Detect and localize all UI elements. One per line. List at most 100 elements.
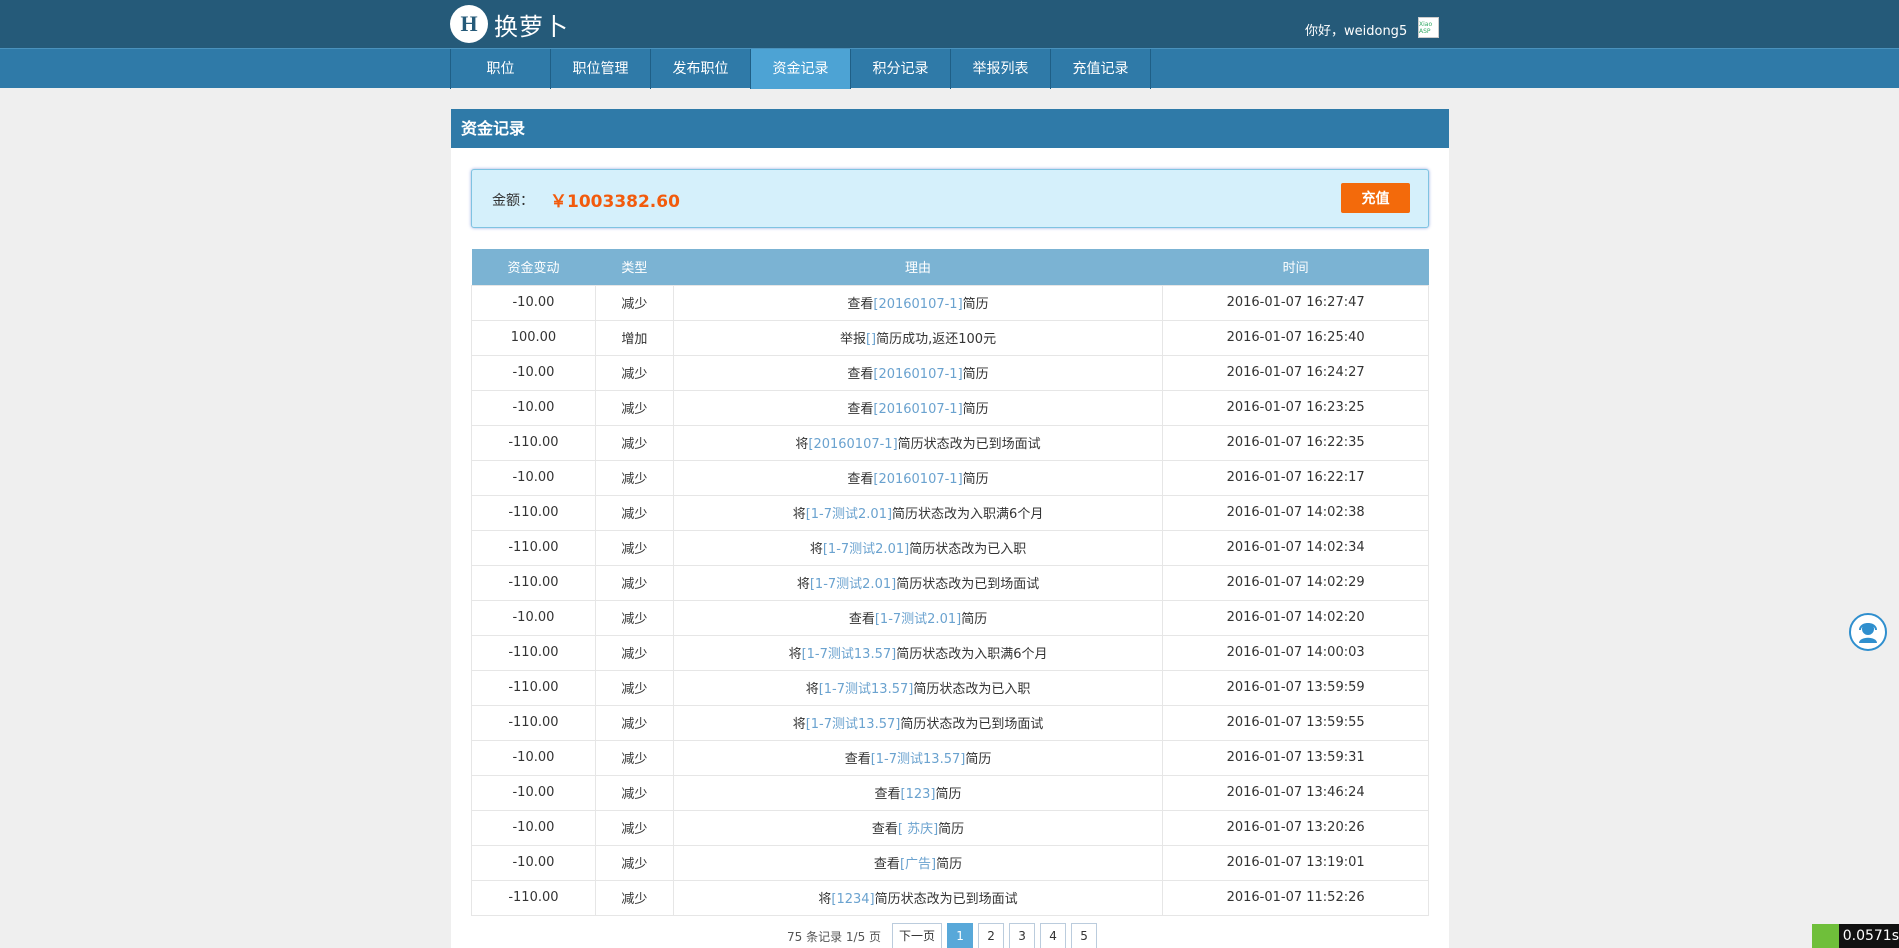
user-avatar[interactable]: Xiao ASP <box>1418 17 1439 38</box>
table-row: -110.00 减少 将[1-7测试13.57]简历状态改为已到场面试 2016-01… <box>471 704 1429 741</box>
cell-type: 减少 <box>594 494 674 531</box>
resume-link[interactable]: [广告] <box>900 857 936 872</box>
reason-suffix: 简历 <box>962 367 989 382</box>
fund-records-table: 资金变动 类型 理由 时间 -10.00 减少 查看[20160107-1]简历 20… <box>471 249 1429 916</box>
reason-suffix: 简历 <box>962 472 989 487</box>
cell-type: 减少 <box>594 774 674 811</box>
nav-item[interactable]: 职位管理 <box>551 49 651 89</box>
page-number-button[interactable]: 3 <box>1009 923 1036 948</box>
table-body: -10.00 减少 查看[20160107-1]简历 2016-01-07 16:27… <box>471 284 1429 916</box>
cell-type: 减少 <box>594 424 674 461</box>
reason-suffix: 简历 <box>962 402 989 417</box>
table-header-row: 资金变动 类型 理由 时间 <box>471 249 1429 285</box>
user-greeting[interactable]: 你好，weidong5 <box>1305 20 1407 39</box>
cell-amount: -10.00 <box>471 844 596 881</box>
timer-value: 0.0571s <box>1842 928 1899 944</box>
table-row: -10.00 减少 查看[1-7测试2.01]简历 2016-01-07 14:02:… <box>471 599 1429 636</box>
nav-item[interactable]: 资金记录 <box>751 49 851 89</box>
cell-time: 2016-01-07 14:02:38 <box>1162 494 1429 531</box>
resume-link[interactable]: [1-7测试13.57] <box>802 647 897 662</box>
reason-suffix: 简历 <box>935 787 962 802</box>
reason-suffix: 简历状态改为入职满6个月 <box>896 647 1048 662</box>
cell-amount: -110.00 <box>471 704 596 741</box>
resume-link[interactable]: [20160107-1] <box>873 472 962 487</box>
cell-reason: 查看[20160107-1]简历 <box>672 389 1164 426</box>
reason-suffix: 简历状态改为已入职 <box>909 542 1027 557</box>
cell-amount: -110.00 <box>471 634 596 671</box>
reason-suffix: 简历成功,返还100元 <box>876 332 997 347</box>
page-number-button[interactable]: 5 <box>1071 923 1098 948</box>
page-number-button[interactable]: 4 <box>1040 923 1067 948</box>
reason-suffix: 简历状态改为已到场面试 <box>874 892 1018 907</box>
reason-suffix: 简历状态改为已到场面试 <box>896 577 1040 592</box>
main-nav: 职位 职位管理 发布职位 资金记录 积分记录 举报列表 充值记录 <box>0 48 1899 89</box>
resume-link[interactable]: [20160107-1] <box>873 367 962 382</box>
cell-reason: 将[1-7测试13.57]简历状态改为已入职 <box>672 669 1164 706</box>
cell-type: 减少 <box>594 284 674 321</box>
customer-service-icon[interactable] <box>1849 613 1887 651</box>
cell-type: 减少 <box>594 389 674 426</box>
resume-link[interactable]: [1-7测试2.01] <box>823 542 909 557</box>
resume-link[interactable]: [ 苏庆] <box>898 822 938 837</box>
reason-suffix: 简历 <box>938 822 965 837</box>
cell-amount: -110.00 <box>471 529 596 566</box>
pagination: 75 条记录 1/5 页 下一页 12345 <box>787 923 1098 948</box>
cell-amount: -10.00 <box>471 459 596 496</box>
resume-link[interactable]: [1-7测试2.01] <box>875 612 961 627</box>
resume-link[interactable]: [1-7测试2.01] <box>806 507 892 522</box>
fund-records-panel: 资金记录 金额： ￥1003382.60 充值 资金变动 类型 理由 时间 -1… <box>451 109 1449 948</box>
cell-time: 2016-01-07 11:52:26 <box>1162 879 1429 916</box>
resume-link[interactable]: [20160107-1] <box>808 437 897 452</box>
cell-reason: 将[1-7测试13.57]简历状态改为已到场面试 <box>672 704 1164 741</box>
header-type: 类型 <box>595 249 674 285</box>
balance-box: 金额： ￥1003382.60 充值 <box>471 169 1429 228</box>
resume-link[interactable]: [1-7测试13.57] <box>871 752 966 767</box>
resume-link[interactable]: [123] <box>901 787 936 802</box>
page-number-button[interactable]: 2 <box>978 923 1005 948</box>
resume-link[interactable]: [1-7测试13.57] <box>806 717 901 732</box>
cell-type: 减少 <box>594 704 674 741</box>
cell-reason: 查看[123]简历 <box>672 774 1164 811</box>
table-row: -110.00 减少 将[1-7测试2.01]简历状态改为已到场面试 2016-01-… <box>471 564 1429 601</box>
reason-prefix: 将 <box>792 717 806 732</box>
resume-link[interactable]: [20160107-1] <box>873 297 962 312</box>
cell-amount: 100.00 <box>471 319 596 356</box>
cell-type: 减少 <box>594 669 674 706</box>
cell-reason: 将[1234]简历状态改为已到场面试 <box>672 879 1164 916</box>
resume-link[interactable]: [1-7测试13.57] <box>819 682 914 697</box>
table-row: -10.00 减少 查看[20160107-1]简历 2016-01-07 16:22… <box>471 459 1429 496</box>
table-row: -110.00 减少 将[1-7测试2.01]简历状态改为已入职 2016-01-07… <box>471 529 1429 566</box>
table-row: -10.00 减少 查看[123]简历 2016-01-07 13:46:24 <box>471 774 1429 811</box>
cell-time: 2016-01-07 13:19:01 <box>1162 844 1429 881</box>
table-row: -10.00 减少 查看[20160107-1]简历 2016-01-07 16:24… <box>471 354 1429 391</box>
resume-link[interactable]: [20160107-1] <box>873 402 962 417</box>
reason-prefix: 将 <box>805 682 819 697</box>
recharge-button[interactable]: 充值 <box>1341 183 1410 213</box>
resume-link[interactable]: [] <box>866 332 876 347</box>
nav-item[interactable]: 积分记录 <box>851 49 951 89</box>
cell-type: 减少 <box>594 564 674 601</box>
site-logo[interactable]: H 换萝卜 <box>450 4 569 44</box>
cell-reason: 将[1-7测试2.01]简历状态改为已到场面试 <box>672 564 1164 601</box>
nav-item[interactable]: 发布职位 <box>651 49 751 89</box>
page-number-button[interactable]: 1 <box>947 923 974 948</box>
nav-item[interactable]: 举报列表 <box>951 49 1051 89</box>
nav-item[interactable]: 职位 <box>451 49 551 89</box>
resume-link[interactable]: [1234] <box>831 892 874 907</box>
reason-prefix: 举报 <box>839 332 866 347</box>
cell-reason: 查看[1-7测试13.57]简历 <box>672 739 1164 776</box>
cell-amount: -10.00 <box>471 284 596 321</box>
reason-prefix: 将 <box>796 577 810 592</box>
cell-reason: 查看[20160107-1]简历 <box>672 284 1164 321</box>
next-page-button[interactable]: 下一页 <box>892 923 943 948</box>
cell-amount: -10.00 <box>471 809 596 846</box>
resume-link[interactable]: [1-7测试2.01] <box>810 577 896 592</box>
reason-suffix: 简历状态改为已入职 <box>913 682 1031 697</box>
nav-item[interactable]: 充值记录 <box>1051 49 1151 89</box>
cell-type: 减少 <box>594 634 674 671</box>
reason-prefix: 将 <box>788 647 802 662</box>
reason-prefix: 将 <box>792 507 806 522</box>
page-numbers: 12345 <box>942 923 1098 948</box>
cell-time: 2016-01-07 14:02:34 <box>1162 529 1429 566</box>
reason-suffix: 简历状态改为已到场面试 <box>897 437 1041 452</box>
